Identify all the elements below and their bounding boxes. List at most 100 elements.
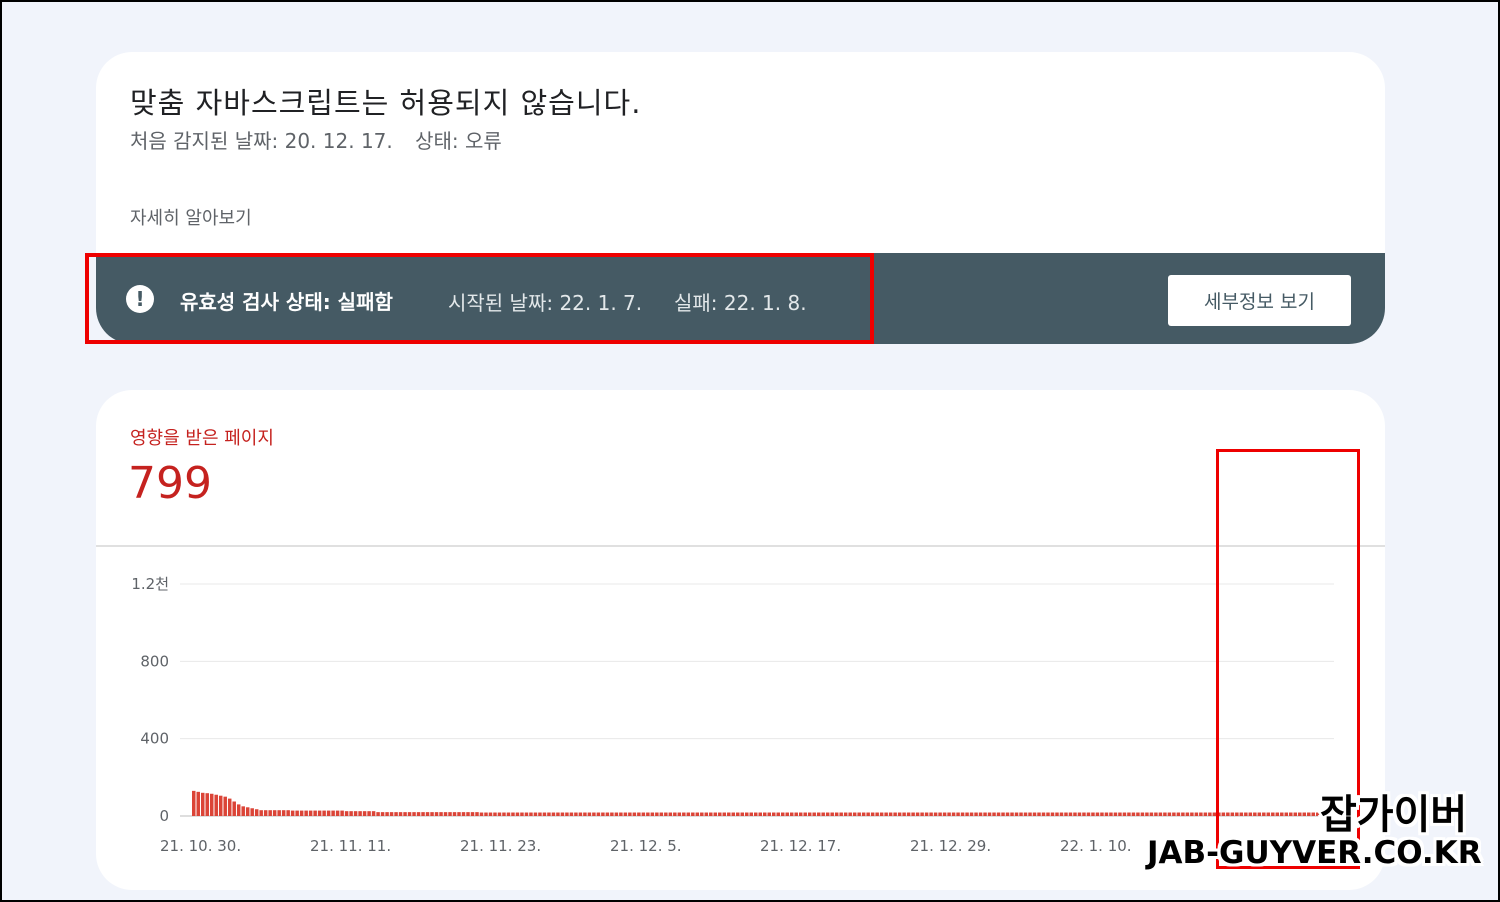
- chart-bar[interactable]: [677, 812, 682, 816]
- chart-bar[interactable]: [1226, 812, 1230, 816]
- chart-bar[interactable]: [623, 812, 628, 816]
- chart-bar[interactable]: [1235, 812, 1239, 816]
- chart-bar[interactable]: [1271, 812, 1275, 816]
- chart-bar[interactable]: [785, 812, 789, 816]
- chart-bar[interactable]: [974, 812, 978, 816]
- chart-bar[interactable]: [1154, 812, 1158, 816]
- chart-bar[interactable]: [1311, 812, 1316, 816]
- chart-bar[interactable]: [605, 812, 610, 816]
- chart-bar[interactable]: [722, 812, 727, 816]
- chart-bar[interactable]: [893, 812, 897, 816]
- chart-bar[interactable]: [848, 812, 852, 816]
- chart-bar[interactable]: [1064, 812, 1068, 816]
- chart-bar[interactable]: [1262, 812, 1266, 816]
- chart-bar[interactable]: [317, 810, 322, 816]
- chart-bar[interactable]: [1046, 812, 1050, 816]
- chart-bar[interactable]: [731, 812, 736, 816]
- chart-bar[interactable]: [749, 812, 754, 816]
- chart-bar[interactable]: [686, 812, 691, 816]
- chart-bar[interactable]: [367, 811, 371, 816]
- chart-bar[interactable]: [214, 794, 218, 816]
- chart-bar[interactable]: [1181, 812, 1185, 816]
- chart-bar[interactable]: [1194, 812, 1199, 816]
- chart-bar[interactable]: [1212, 812, 1217, 816]
- chart-bar[interactable]: [416, 812, 421, 816]
- chart-bar[interactable]: [1037, 812, 1041, 816]
- chart-bar[interactable]: [529, 812, 533, 816]
- chart-bar[interactable]: [497, 812, 502, 816]
- chart-bar[interactable]: [380, 812, 385, 816]
- chart-bar[interactable]: [992, 812, 996, 816]
- chart-bar[interactable]: [1140, 812, 1145, 816]
- chart-bar[interactable]: [430, 812, 434, 816]
- chart-bar[interactable]: [704, 812, 709, 816]
- chart-bar[interactable]: [1302, 812, 1307, 816]
- chart-bar[interactable]: [308, 810, 313, 816]
- chart-bar[interactable]: [839, 812, 843, 816]
- chart-bar[interactable]: [906, 812, 911, 816]
- chart-bar[interactable]: [524, 812, 529, 816]
- chart-bar[interactable]: [718, 812, 722, 816]
- chart-bar[interactable]: [1127, 812, 1131, 816]
- chart-bar[interactable]: [807, 812, 812, 816]
- chart-bar[interactable]: [655, 812, 659, 816]
- chart-bar[interactable]: [263, 810, 268, 816]
- chart-bar[interactable]: [484, 812, 488, 816]
- chart-bar[interactable]: [1176, 812, 1181, 816]
- chart-bar[interactable]: [452, 812, 457, 816]
- chart-bar[interactable]: [1149, 812, 1154, 816]
- chart-bar[interactable]: [965, 812, 969, 816]
- chart-bar[interactable]: [767, 812, 771, 816]
- chart-bar[interactable]: [533, 812, 538, 816]
- chart-bar[interactable]: [1136, 812, 1140, 816]
- chart-bar[interactable]: [1253, 812, 1257, 816]
- chart-bar[interactable]: [1100, 812, 1104, 816]
- chart-bar[interactable]: [938, 812, 942, 816]
- chart-bar[interactable]: [353, 811, 358, 816]
- chart-bar[interactable]: [1073, 812, 1077, 816]
- chart-bar[interactable]: [259, 810, 263, 816]
- chart-bar[interactable]: [1086, 812, 1091, 816]
- chart-bar[interactable]: [502, 812, 506, 816]
- chart-bar[interactable]: [331, 810, 335, 816]
- chart-bar[interactable]: [1109, 812, 1113, 816]
- chart-bar[interactable]: [852, 812, 857, 816]
- chart-bar[interactable]: [1230, 812, 1235, 816]
- chart-bar[interactable]: [511, 812, 515, 816]
- chart-bar[interactable]: [830, 812, 834, 816]
- chart-bar[interactable]: [205, 793, 209, 816]
- chart-bar[interactable]: [646, 812, 650, 816]
- chart-bar[interactable]: [1158, 812, 1163, 816]
- chart-bar[interactable]: [326, 810, 331, 816]
- chart-bar[interactable]: [1041, 812, 1046, 816]
- chart-bar[interactable]: [758, 812, 762, 816]
- chart-bar[interactable]: [754, 812, 758, 816]
- chart-bar[interactable]: [614, 812, 619, 816]
- chart-bar[interactable]: [709, 812, 713, 816]
- chart-bar[interactable]: [443, 812, 448, 816]
- chart-bar[interactable]: [569, 812, 574, 816]
- chart-bar[interactable]: [398, 812, 403, 816]
- chart-bar[interactable]: [978, 812, 983, 816]
- chart-bar[interactable]: [272, 810, 277, 816]
- chart-bar[interactable]: [551, 812, 556, 816]
- chart-bar[interactable]: [421, 812, 425, 816]
- chart-bar[interactable]: [1028, 812, 1032, 816]
- chart-bar[interactable]: [232, 801, 236, 817]
- chart-bar[interactable]: [371, 811, 376, 816]
- chart-bar[interactable]: [628, 812, 632, 816]
- chart-bar[interactable]: [1284, 812, 1289, 816]
- chart-bar[interactable]: [897, 812, 902, 816]
- chart-bar[interactable]: [695, 812, 700, 816]
- chart-bar[interactable]: [969, 812, 974, 816]
- chart-bar[interactable]: [583, 812, 587, 816]
- chart-bar[interactable]: [250, 808, 254, 816]
- chart-bar[interactable]: [834, 812, 839, 816]
- chart-bar[interactable]: [1122, 812, 1127, 816]
- chart-bar[interactable]: [691, 812, 695, 816]
- chart-bar[interactable]: [1244, 812, 1248, 816]
- chart-bar[interactable]: [1077, 812, 1082, 816]
- chart-bar[interactable]: [313, 810, 317, 816]
- chart-bar[interactable]: [983, 812, 987, 816]
- chart-bar[interactable]: [812, 812, 816, 816]
